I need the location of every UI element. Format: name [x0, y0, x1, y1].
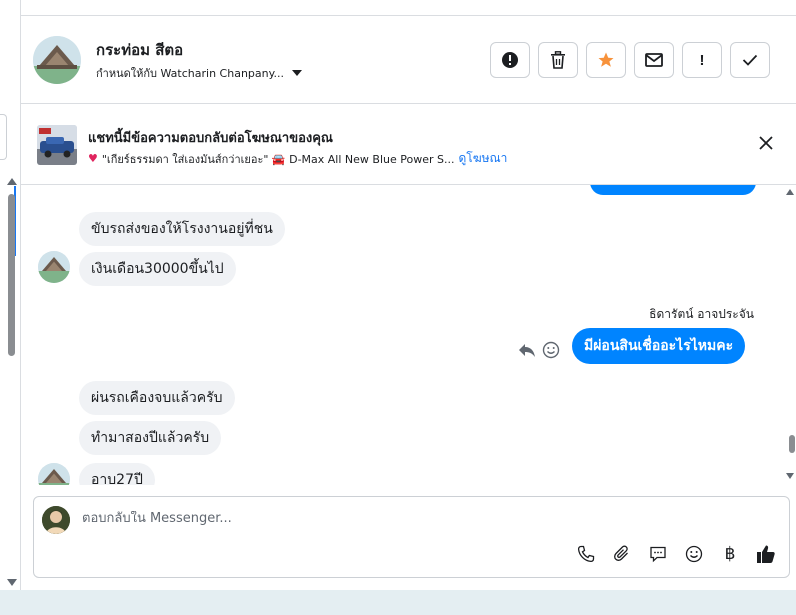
- scroll-up-arrow-icon[interactable]: [7, 178, 17, 185]
- mail-icon: [645, 53, 663, 67]
- reply-composer: ฿: [33, 496, 790, 578]
- window-bottom-bar: [0, 590, 796, 615]
- close-icon: [759, 136, 773, 150]
- ad-banner-title: แชทนี้มีข้อความตอบกลับต่อโฆษณาของคุณ: [88, 131, 333, 146]
- ad-banner-subtitle: ♥ "เกียร์ธรรมดา ใส่เองมันส์กว่าเยอะ" 🚘 D…: [88, 149, 507, 168]
- composer-toolbar: ฿: [575, 543, 777, 565]
- chevron-down-icon: [292, 70, 303, 76]
- incoming-message[interactable]: ผ่นรถเคืองจบแล้วครับ: [79, 381, 235, 415]
- scroll-up-arrow-icon[interactable]: [786, 189, 794, 195]
- incoming-message[interactable]: ทำมาสองปีแล้วครับ: [79, 421, 222, 455]
- view-ad-link[interactable]: ดูโฆษณา: [458, 149, 507, 168]
- incoming-message[interactable]: อาบ27ปี: [79, 463, 155, 485]
- exclamation-icon: !: [699, 51, 705, 69]
- ad-thumbnail[interactable]: [37, 125, 77, 165]
- contact-avatar-small: [38, 463, 70, 485]
- conversation-actions: !: [490, 42, 770, 78]
- delete-button[interactable]: [538, 42, 578, 78]
- thread-scrollbar-thumb[interactable]: [789, 435, 795, 453]
- contact-avatar[interactable]: [33, 36, 81, 84]
- thread-scrollbar[interactable]: [786, 185, 796, 485]
- mark-done-button[interactable]: [730, 42, 770, 78]
- emoji-reaction-icon[interactable]: [542, 341, 560, 359]
- scroll-down-arrow-icon[interactable]: [7, 579, 17, 586]
- outgoing-message[interactable]: มีผ่อนสินเชื่ออะไรไหมคะ: [572, 328, 746, 364]
- report-spam-button[interactable]: [490, 42, 530, 78]
- collapse-handle[interactable]: [0, 114, 7, 160]
- paperclip-icon: [614, 545, 628, 561]
- reply-icon[interactable]: [518, 342, 536, 358]
- mark-unread-button[interactable]: [634, 42, 674, 78]
- chat-bubble-icon: [650, 546, 666, 563]
- reply-input[interactable]: [82, 511, 682, 526]
- message-tools: [518, 341, 560, 359]
- sender-name: ธิดารัตน์ อาจประจัน: [649, 307, 754, 321]
- emoji-button[interactable]: [683, 543, 705, 565]
- saved-replies-button[interactable]: [647, 543, 669, 565]
- close-banner-button[interactable]: [758, 135, 774, 151]
- left-scrollbar-thumb[interactable]: [8, 194, 15, 356]
- agent-avatar: [42, 506, 70, 534]
- scroll-down-arrow-icon[interactable]: [786, 473, 794, 479]
- contact-name: กระท่อม สีตอ: [96, 41, 184, 59]
- star-icon: [598, 52, 614, 67]
- star-button[interactable]: [586, 42, 626, 78]
- phone-icon: [577, 545, 595, 563]
- follow-up-button[interactable]: !: [682, 42, 722, 78]
- assignee-dropdown[interactable]: กำหนดให้กับ Watcharin Chanpany...: [96, 64, 303, 82]
- incoming-message[interactable]: เงินเดือน30000ขึ้นไป: [79, 252, 236, 286]
- ad-reply-banner: แชทนี้มีข้อความตอบกลับต่อโฆษณาของคุณ ♥ "…: [21, 105, 796, 185]
- baht-icon: ฿: [724, 544, 736, 564]
- left-panel-edge: [0, 0, 21, 590]
- ad-text: "เกียร์ธรรมดา ใส่เองมันส์กว่าเยอะ" 🚘 D-M…: [101, 152, 455, 166]
- check-icon: [742, 54, 758, 66]
- message-thread[interactable]: ขับรถส่งของให้โรงงานอยู่ที่ชน เงินเดือน3…: [21, 185, 796, 485]
- conversation-header: กระท่อม สีตอ กำหนดให้กับ Watcharin Chanp…: [21, 16, 796, 104]
- smiley-icon: [685, 545, 703, 563]
- attach-button[interactable]: [611, 543, 633, 565]
- heart-icon: ♥: [88, 152, 98, 165]
- call-button[interactable]: [575, 543, 597, 565]
- assignee-label: กำหนดให้กับ Watcharin Chanpany...: [96, 67, 285, 80]
- contact-avatar-small: [38, 251, 70, 283]
- payment-button[interactable]: ฿: [719, 543, 741, 565]
- outgoing-message-partial[interactable]: [590, 185, 756, 195]
- alert-circle-icon: [502, 52, 518, 68]
- incoming-message[interactable]: ขับรถส่งของให้โรงงานอยู่ที่ชน: [79, 212, 285, 246]
- thumbs-up-icon: [757, 545, 775, 563]
- trash-icon: [551, 51, 565, 69]
- like-button[interactable]: [755, 543, 777, 565]
